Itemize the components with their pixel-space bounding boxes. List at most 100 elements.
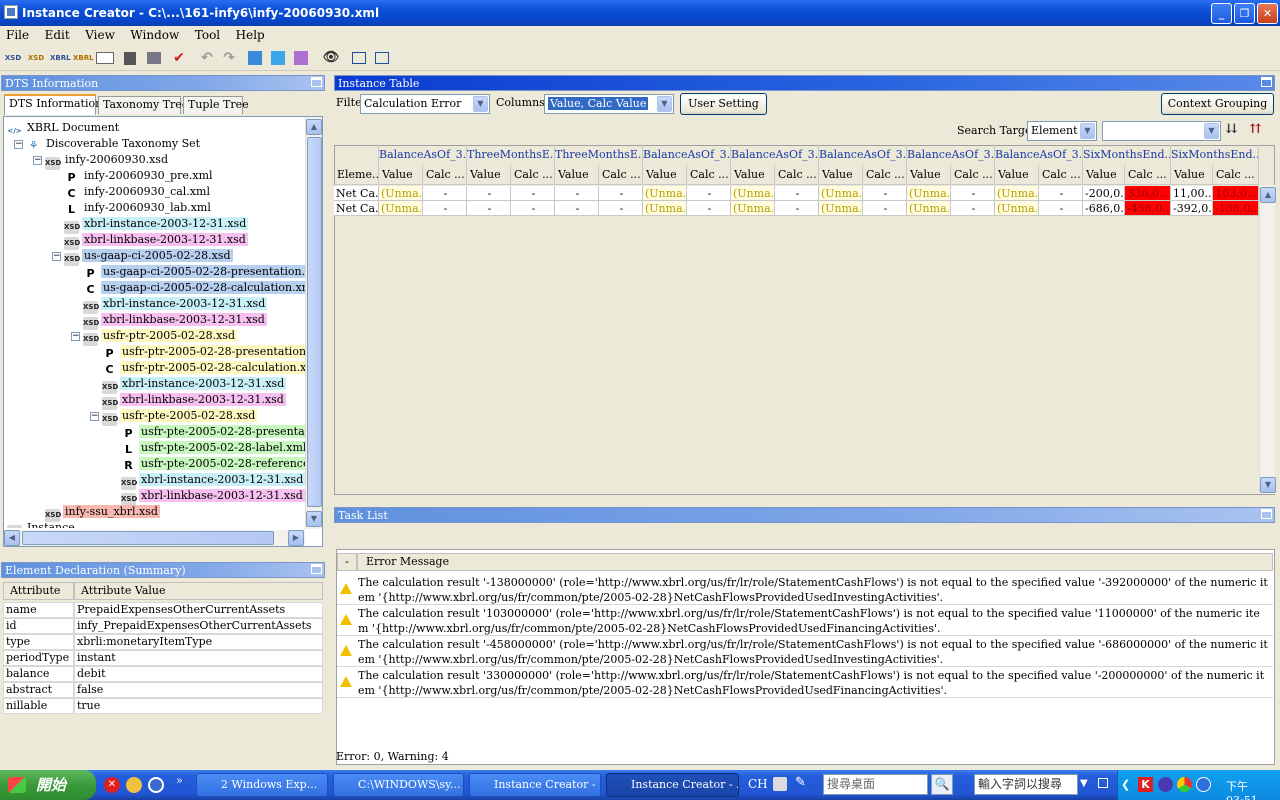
group-header[interactable]: BalanceAsOf_3... (819, 145, 907, 165)
task-windows-explorer[interactable]: 2 Windows Exp... (196, 773, 328, 797)
group-header[interactable]: BalanceAsOf_3... (643, 145, 731, 165)
tree-node[interactable]: Linfy-20060930_lab.xml (64, 200, 213, 216)
message-row[interactable]: The calculation result '-458000000' (rol… (337, 636, 1273, 667)
maximize-panel-icon[interactable] (1261, 509, 1272, 519)
quicklaunch-media-icon[interactable] (148, 777, 164, 793)
new-xsd-icon[interactable]: XSD (4, 49, 22, 67)
tree-node[interactable]: Pus-gaap-ci-2005-02-28-presentation.xml (83, 264, 305, 280)
value-column-header[interactable]: Value (555, 165, 599, 185)
search-prev-icon[interactable]: ⇈ (1250, 122, 1267, 139)
col-error-message[interactable]: Error Message (357, 553, 1273, 571)
value-column-header[interactable]: Value (1171, 165, 1213, 185)
grid-cell[interactable]: (Unma... (907, 201, 951, 216)
instance-vscroll[interactable]: ▲ ▼ (1259, 185, 1276, 494)
dts-tree-hscroll[interactable]: ◀ ▶ (4, 530, 305, 546)
dts-tree-vscroll[interactable]: ▲ ▼ (305, 117, 322, 529)
quicklaunch-more-icon[interactable]: » (176, 774, 183, 787)
ime-icon[interactable] (773, 777, 787, 791)
group-header[interactable]: SixMonthsEnd... (1171, 145, 1259, 165)
tree-node[interactable]: XSD xbrl-linkbase-2003-12-31.xsd (121, 488, 305, 506)
scroll-right-icon[interactable]: ▶ (288, 530, 304, 546)
tree-node[interactable]: Cinfy-20060930_cal.xml (64, 184, 212, 200)
search-next-icon[interactable]: ⇊ (1226, 122, 1243, 139)
grid-cell[interactable]: - (951, 201, 995, 216)
calc-column-header[interactable]: Calc ... (1213, 165, 1259, 185)
value-column-header[interactable]: Value (379, 165, 423, 185)
calc-column-header[interactable]: Calc ... (599, 165, 643, 185)
grid-cell[interactable]: - (775, 186, 819, 201)
undo-icon[interactable]: ↶ (198, 49, 216, 67)
chevron-down-icon[interactable]: ▼ (1204, 123, 1219, 139)
message-row[interactable]: The calculation result '-138000000' (rol… (337, 574, 1273, 605)
col-attribute-name[interactable]: Attribute ... (3, 582, 74, 613)
calc-column-header[interactable]: Calc ... (423, 165, 467, 185)
grid-cell[interactable]: (Unma... (643, 186, 687, 201)
grid-cell[interactable]: - (1039, 201, 1083, 216)
tree-node[interactable]: XSD xbrl-instance-2003-12-31.xsd (102, 376, 287, 394)
language-indicator[interactable]: CH (748, 777, 768, 791)
row-label[interactable]: Net Ca... (334, 201, 379, 216)
tree-expander-icon[interactable]: − (14, 140, 23, 149)
pen-icon[interactable]: ✎ (795, 775, 806, 790)
preview-icon[interactable]: 👁 (322, 49, 340, 67)
chevron-down-icon[interactable]: ▼ (1080, 123, 1095, 139)
menu-file[interactable]: File (0, 26, 35, 44)
filter-select[interactable]: Calculation Error ▼ (360, 94, 490, 114)
grid-cell[interactable]: - (555, 201, 599, 216)
tree-node[interactable]: XSD xbrl-instance-2003-12-31.xsd (64, 216, 249, 234)
grid-cell[interactable]: - (1039, 186, 1083, 201)
value-column-header[interactable]: Value (995, 165, 1039, 185)
tree-expander-icon[interactable]: − (33, 156, 42, 165)
calc-column-header[interactable]: Calc ... (1125, 165, 1171, 185)
group-header[interactable]: ThreeMonthsE... (467, 145, 555, 165)
window-restore-icon[interactable] (1098, 778, 1108, 788)
grid-cell[interactable]: (Unma... (907, 186, 951, 201)
scroll-left-icon[interactable]: ◀ (4, 530, 20, 546)
tray-expand-icon[interactable]: ❮ (1121, 778, 1130, 791)
grid-cell[interactable]: (Unma... (643, 201, 687, 216)
grid-cell[interactable]: - (687, 201, 731, 216)
grid-cell[interactable]: - (555, 186, 599, 201)
add-element-icon[interactable] (248, 51, 262, 65)
grid-cell[interactable]: -392,0... (1171, 201, 1213, 216)
vertical-splitter[interactable] (327, 72, 333, 768)
tray-k-icon[interactable]: K (1138, 777, 1153, 792)
menu-tool[interactable]: Tool (189, 26, 226, 44)
element-column-header[interactable]: Eleme... (334, 165, 379, 185)
tree-node[interactable]: XSD xbrl-instance-2003-12-31.xsd (83, 296, 268, 314)
scroll-up-icon[interactable]: ▲ (1260, 187, 1276, 203)
grid-cell[interactable]: - (687, 186, 731, 201)
grid-cell[interactable]: 103,0... (1213, 186, 1259, 201)
col-attribute-value[interactable]: Attribute Value (74, 582, 323, 600)
grid-cell[interactable]: (Unma... (379, 201, 423, 216)
tree-node[interactable]: XSD us-gaap-ci-2005-02-28.xsd (64, 248, 233, 266)
tree-node[interactable]: XSD infy-ssu_xbrl.xsd (45, 504, 160, 522)
hscroll-thumb[interactable] (22, 531, 274, 545)
row-label[interactable]: Net Ca... (334, 186, 379, 201)
grid-cell[interactable]: - (599, 186, 643, 201)
save-icon[interactable] (124, 52, 136, 65)
tree-node[interactable]: Cusfr-ptr-2005-02-28-calculation.xml (102, 360, 305, 376)
search-dropdown-icon[interactable]: ▼ (1080, 778, 1088, 789)
search-input[interactable]: ▼ (1102, 121, 1221, 141)
col-dash[interactable]: - (337, 553, 357, 571)
menu-window[interactable]: Window (124, 26, 185, 44)
grid-cell[interactable]: -138,0... (1213, 201, 1259, 216)
maximize-panel-icon[interactable] (311, 77, 322, 87)
tree-node[interactable]: Pusfr-pte-2005-02-28-presentation.x (121, 424, 305, 440)
grid-cell[interactable]: - (423, 186, 467, 201)
grid-cell[interactable]: - (863, 186, 907, 201)
tray-network-icon[interactable] (1196, 777, 1211, 792)
print-icon[interactable] (147, 52, 161, 64)
grid-cell[interactable]: - (951, 186, 995, 201)
layout-left-icon[interactable] (352, 52, 366, 64)
tree-node[interactable]: XSD xbrl-linkbase-2003-12-31.xsd (102, 392, 286, 410)
group-header[interactable]: BalanceAsOf_3... (731, 145, 819, 165)
maximize-panel-icon[interactable] (311, 564, 322, 574)
open-xsd-icon[interactable]: XSD (27, 49, 45, 67)
value-column-header[interactable]: Value (819, 165, 863, 185)
tree-node[interactable]: Pusfr-ptr-2005-02-28-presentation.xml (102, 344, 305, 360)
open-xbrl-icon[interactable]: XBRL (73, 49, 94, 67)
value-column-header[interactable]: Value (467, 165, 511, 185)
calc-column-header[interactable]: Calc ... (1039, 165, 1083, 185)
